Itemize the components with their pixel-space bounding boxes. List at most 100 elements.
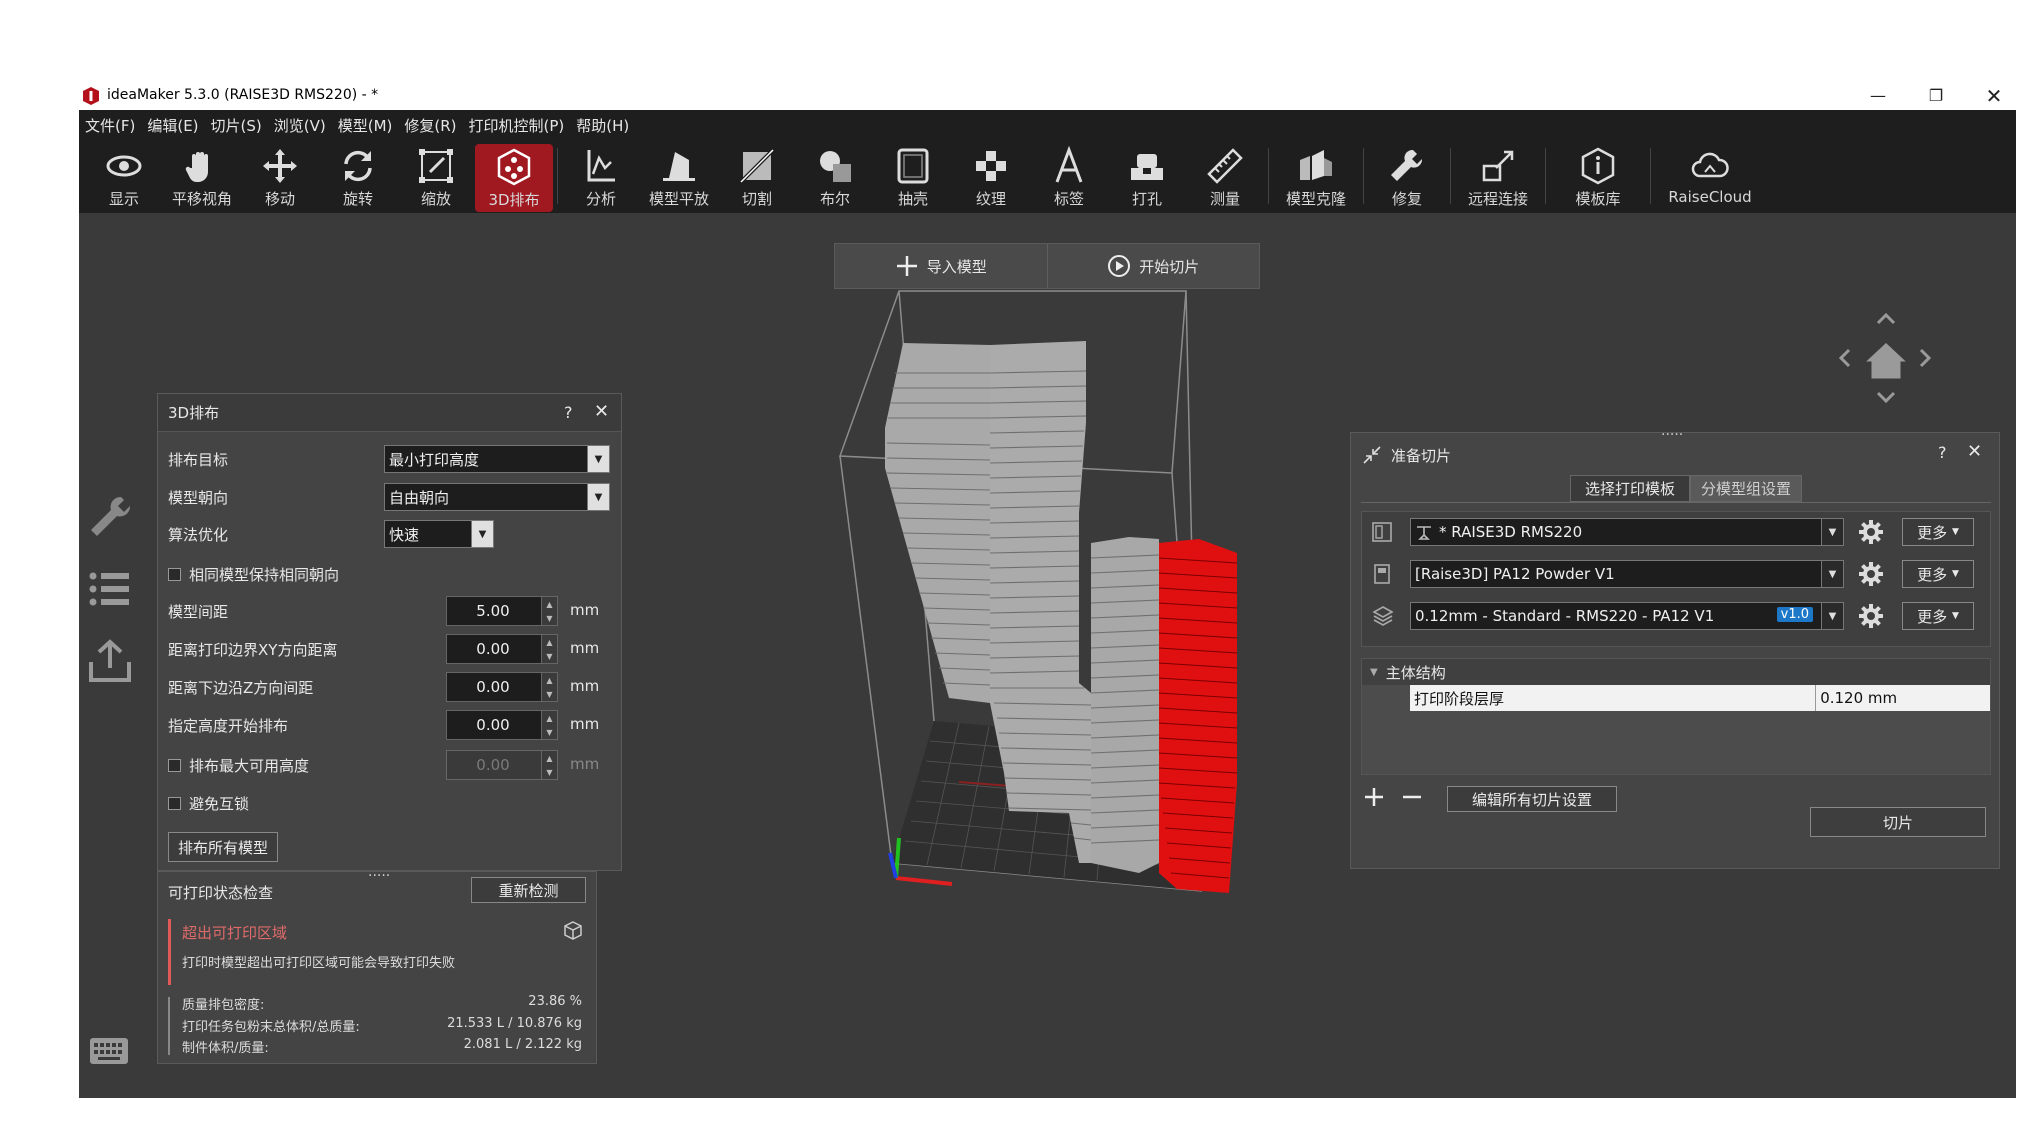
tool-pan[interactable]: 平移视角 bbox=[163, 140, 241, 213]
restore-button[interactable]: ❐ bbox=[1907, 81, 1965, 110]
tool-cut[interactable]: 切割 bbox=[718, 140, 796, 213]
hollow-icon bbox=[897, 148, 929, 184]
avoid-interlock-checkbox[interactable] bbox=[168, 796, 181, 810]
tool-measure[interactable]: 测量 bbox=[1186, 140, 1264, 213]
max-height-unit: mm bbox=[570, 755, 600, 773]
warning-description: 打印时模型超出可打印区域可能会导致打印失败 bbox=[182, 956, 456, 971]
gear-icon[interactable] bbox=[1858, 561, 1884, 587]
arrange-all-button[interactable]: 排布所有模型 bbox=[168, 832, 278, 862]
tab-model-group-settings[interactable]: 分模型组设置 bbox=[1690, 475, 1802, 502]
tool-lay-flat[interactable]: 模型平放 bbox=[640, 140, 718, 213]
help-icon[interactable]: ? bbox=[564, 403, 573, 422]
xy-distance-label: 距离打印边界XY方向距离 bbox=[168, 640, 338, 659]
orientation-select[interactable]: 自由朝向 ▼ bbox=[384, 483, 610, 511]
gear-icon[interactable] bbox=[1858, 603, 1884, 629]
close-icon[interactable]: ✕ bbox=[1967, 441, 1982, 462]
toolbar-separator bbox=[1450, 148, 1451, 204]
start-height-label: 指定高度开始排布 bbox=[168, 716, 289, 735]
max-height-checkbox[interactable] bbox=[168, 758, 181, 772]
orientation-value: 自由朝向 bbox=[389, 488, 450, 507]
layer-thickness-row[interactable]: 打印阶段层厚 0.120 mm bbox=[1410, 685, 1990, 711]
menu-edit[interactable]: 编辑(E) bbox=[147, 115, 198, 136]
arrange-target-select[interactable]: 最小打印高度 ▼ bbox=[384, 445, 610, 473]
minimize-button[interactable]: — bbox=[1849, 81, 1907, 110]
remove-icon[interactable] bbox=[1401, 786, 1423, 808]
tool-boolean[interactable]: 布尔 bbox=[796, 140, 874, 213]
max-height-checkbox-row[interactable]: 排布最大可用高度 bbox=[168, 751, 309, 779]
start-height-input[interactable]: 0.00 ▲ ▼ bbox=[446, 710, 558, 740]
settings-tree: ▼ 主体结构 打印阶段层厚 0.120 mm bbox=[1361, 658, 1991, 775]
profile-select[interactable]: 0.12mm - Standard - RMS220 - PA12 V1 v1.… bbox=[1410, 602, 1844, 630]
close-icon[interactable]: ✕ bbox=[594, 401, 609, 422]
tool-repair[interactable]: 修复 bbox=[1368, 140, 1446, 213]
z-distance-input[interactable]: 0.00 ▲ ▼ bbox=[446, 672, 558, 702]
gear-icon[interactable] bbox=[1858, 519, 1884, 545]
start-height-value: 0.00 bbox=[476, 716, 510, 734]
collapse-icon[interactable] bbox=[1363, 446, 1381, 464]
drag-handle[interactable]: ..... bbox=[1661, 423, 1683, 439]
tool-analyze[interactable]: 分析 bbox=[562, 140, 640, 213]
xy-distance-input[interactable]: 0.00 ▲ ▼ bbox=[446, 634, 558, 664]
scale-icon bbox=[419, 149, 453, 183]
spin-arrows-icon: ▲ ▼ bbox=[541, 751, 557, 779]
add-icon[interactable] bbox=[1363, 786, 1385, 808]
cube-icon[interactable] bbox=[562, 920, 584, 942]
tool-template-library[interactable]: 模板库 bbox=[1550, 140, 1646, 213]
tool-punch[interactable]: 打孔 bbox=[1108, 140, 1186, 213]
template-selection-box: * RAISE3D RMS220 ▼ 更多 ▼ [Raise3D] PA12 Po… bbox=[1361, 511, 1991, 647]
z-distance-value: 0.00 bbox=[476, 678, 510, 696]
tool-arrange-3d[interactable]: 3D排布 bbox=[475, 144, 553, 212]
tool-label: 旋转 bbox=[342, 190, 373, 208]
same-orientation-checkbox[interactable] bbox=[168, 567, 181, 581]
start-slice-button[interactable]: 开始切片 bbox=[1048, 244, 1260, 288]
spin-arrows-icon[interactable]: ▲ ▼ bbox=[541, 597, 557, 625]
drag-handle[interactable]: ..... bbox=[368, 864, 390, 880]
spacing-input[interactable]: 5.00 ▲ ▼ bbox=[446, 596, 558, 626]
spin-arrows-icon[interactable]: ▲ ▼ bbox=[541, 635, 557, 663]
tool-move[interactable]: 移动 bbox=[241, 140, 319, 213]
profile-more-button[interactable]: 更多 ▼ bbox=[1902, 602, 1974, 630]
menu-help[interactable]: 帮助(H) bbox=[576, 115, 629, 136]
tool-remote[interactable]: 远程连接 bbox=[1455, 140, 1541, 213]
tool-rotate[interactable]: 旋转 bbox=[319, 140, 397, 213]
material-more-button[interactable]: 更多 ▼ bbox=[1902, 560, 1974, 588]
menu-slice[interactable]: 切片(S) bbox=[211, 115, 262, 136]
tool-raisecloud[interactable]: RaiseCloud bbox=[1655, 140, 1765, 213]
edit-all-slice-settings-button[interactable]: 编辑所有切片设置 bbox=[1447, 786, 1617, 812]
close-window-button[interactable]: ✕ bbox=[1965, 81, 2016, 110]
menu-model[interactable]: 模型(M) bbox=[338, 115, 393, 136]
chevron-down-icon: ▼ bbox=[587, 484, 609, 510]
menu-printer-control[interactable]: 打印机控制(P) bbox=[469, 115, 565, 136]
menu-repair[interactable]: 修复(R) bbox=[404, 115, 456, 136]
import-model-button[interactable]: 导入模型 bbox=[835, 244, 1048, 288]
help-icon[interactable]: ? bbox=[1938, 443, 1947, 462]
view-navigator[interactable] bbox=[1838, 312, 1932, 404]
spin-arrows-icon[interactable]: ▲ ▼ bbox=[541, 673, 557, 701]
spin-arrows-icon[interactable]: ▲ ▼ bbox=[541, 711, 557, 739]
printer-more-button[interactable]: 更多 ▼ bbox=[1902, 518, 1974, 546]
tool-clone[interactable]: 模型克隆 bbox=[1273, 140, 1359, 213]
tool-hollow[interactable]: 抽壳 bbox=[874, 140, 952, 213]
material-select[interactable]: [Raise3D] PA12 Powder V1 ▼ bbox=[1410, 560, 1844, 588]
tool-texture[interactable]: 纹理 bbox=[952, 140, 1030, 213]
tree-section-main-structure[interactable]: ▼ 主体结构 bbox=[1362, 659, 1990, 685]
tool-scale[interactable]: 缩放 bbox=[397, 140, 475, 213]
tool-label: 模型平放 bbox=[648, 190, 709, 208]
punch-icon bbox=[1131, 154, 1163, 180]
tool-label: 移动 bbox=[264, 190, 295, 208]
model-stack-right bbox=[1090, 537, 1160, 873]
algorithm-select[interactable]: 快速 ▼ bbox=[384, 520, 494, 548]
recheck-button[interactable]: 重新检测 bbox=[471, 877, 586, 903]
slice-button[interactable]: 切片 bbox=[1810, 807, 1986, 837]
avoid-interlock-checkbox-row[interactable]: 避免互锁 bbox=[168, 789, 249, 817]
layer-thickness-value[interactable]: 0.120 mm bbox=[1815, 685, 1990, 711]
tool-label[interactable]: 标签 bbox=[1030, 140, 1108, 213]
same-orientation-checkbox-row[interactable]: 相同模型保持相同朝向 bbox=[168, 560, 339, 588]
arrange-target-label: 排布目标 bbox=[168, 450, 229, 469]
printer-select[interactable]: * RAISE3D RMS220 ▼ bbox=[1410, 518, 1844, 546]
tool-label: 测量 bbox=[1209, 190, 1240, 208]
menu-view[interactable]: 浏览(V) bbox=[274, 115, 326, 136]
tab-select-template[interactable]: 选择打印模板 bbox=[1570, 475, 1690, 502]
tool-display[interactable]: 显示 bbox=[85, 140, 163, 213]
menu-file[interactable]: 文件(F) bbox=[85, 115, 135, 136]
